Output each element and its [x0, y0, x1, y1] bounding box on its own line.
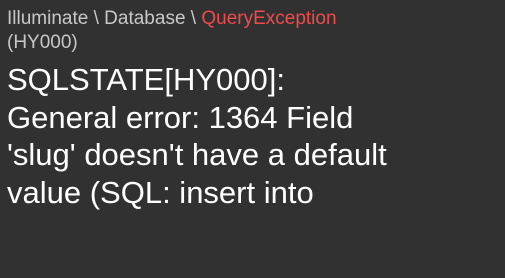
exception-class: Illuminate \ Database \ QueryException — [7, 7, 499, 31]
exception-code: (HY000) — [7, 32, 78, 53]
exception-message: SQLSTATE[HY000]: General error: 1364 Fie… — [7, 61, 499, 211]
namespace-segment-database: Database — [104, 8, 186, 29]
error-header: Illuminate \ Database \ QueryException (… — [0, 0, 505, 211]
message-line: SQLSTATE[HY000]: — [7, 62, 285, 97]
message-line: General error: 1364 Field — [7, 99, 354, 135]
message-line: value (SQL: insert into — [7, 174, 314, 210]
message-line: 'slug' doesn't have a default — [7, 137, 387, 172]
namespace-segment-illuminate: Illuminate — [7, 8, 89, 29]
exception-name: QueryException — [201, 8, 337, 29]
namespace-separator: \ — [185, 8, 202, 29]
namespace-separator: \ — [88, 8, 105, 29]
